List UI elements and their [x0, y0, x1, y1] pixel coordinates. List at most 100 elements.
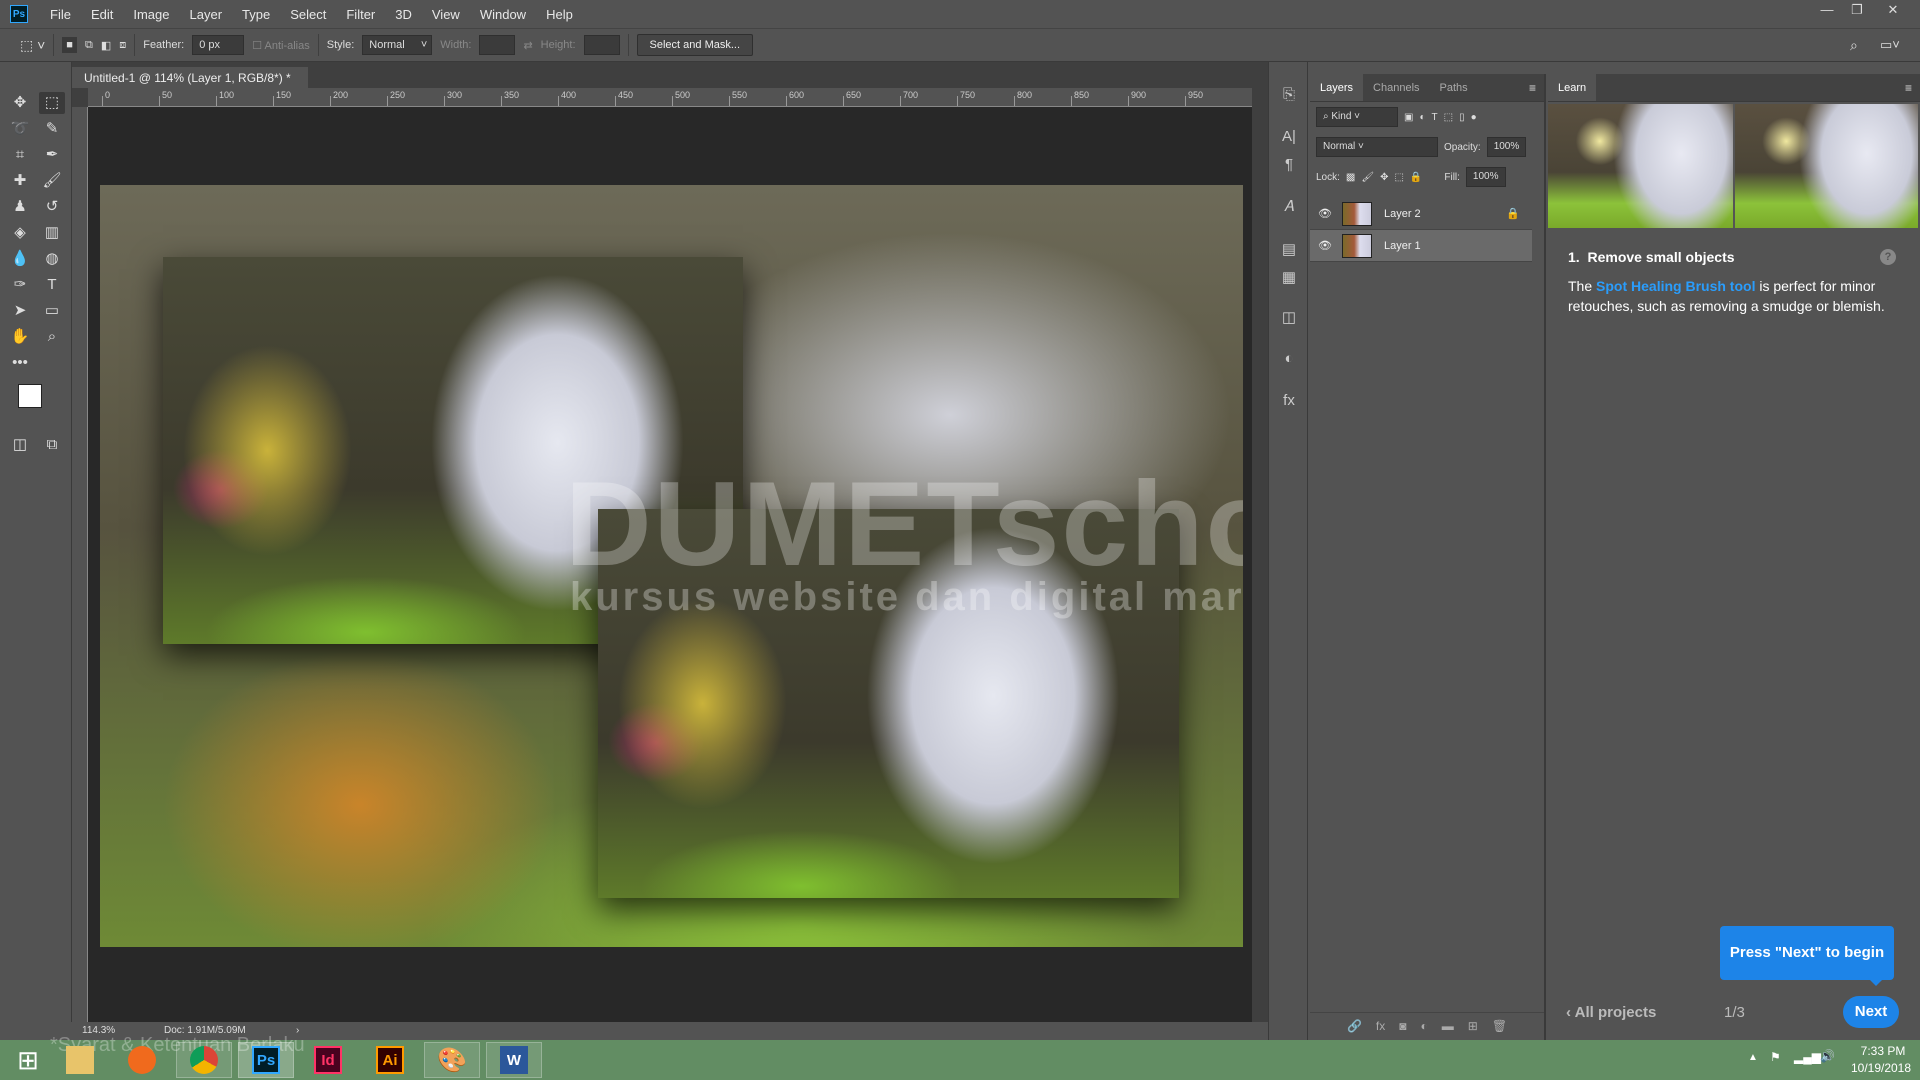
properties-panel-icon[interactable]: ▦: [1277, 268, 1301, 290]
dodge-tool-icon[interactable]: ◍: [39, 248, 65, 270]
antialias-checkbox[interactable]: ☐ Anti-alias: [252, 39, 310, 52]
panel-menu-icon[interactable]: ≡: [1521, 74, 1544, 101]
menu-layer[interactable]: Layer: [180, 7, 233, 22]
ruler-vertical[interactable]: [72, 107, 88, 1022]
adjustments-panel-icon[interactable]: ◫: [1277, 308, 1301, 330]
styles-panel-icon[interactable]: ◐: [1277, 350, 1301, 372]
lock-all-icon[interactable]: 🔒: [1410, 172, 1422, 183]
screen-mode-icon[interactable]: ⧉: [39, 434, 65, 456]
help-icon[interactable]: ?: [1880, 249, 1896, 265]
type-filter-icon[interactable]: T: [1432, 112, 1438, 123]
delete-layer-icon[interactable]: 🗑: [1492, 1019, 1507, 1033]
taskbar-explorer[interactable]: [52, 1042, 108, 1078]
history-panel-icon[interactable]: ⎘: [1277, 86, 1301, 108]
menu-window[interactable]: Window: [470, 7, 536, 22]
menu-help[interactable]: Help: [536, 7, 583, 22]
taskbar-word[interactable]: W: [486, 1042, 542, 1078]
link-layers-icon[interactable]: 🔗: [1347, 1019, 1362, 1033]
search-icon[interactable]: ⌕: [1850, 37, 1858, 54]
more-tools-icon[interactable]: •••: [7, 352, 33, 374]
network-icon[interactable]: ▂▄▆: [1794, 1050, 1821, 1064]
kind-filter-select[interactable]: ⌕ Kind ˅: [1316, 107, 1398, 127]
layer-style-icon[interactable]: fx: [1376, 1019, 1385, 1033]
taskbar-indesign[interactable]: Id: [300, 1042, 356, 1078]
add-selection-icon[interactable]: ⧉: [85, 39, 93, 52]
volume-icon[interactable]: 🔊: [1820, 1049, 1835, 1063]
clone-stamp-icon[interactable]: ♟: [7, 196, 33, 218]
restore-button[interactable]: ❐: [1842, 0, 1872, 22]
new-selection-icon[interactable]: ■: [62, 37, 77, 53]
document-tab[interactable]: Untitled-1 @ 114% (Layer 1, RGB/8*) * ×: [72, 66, 308, 107]
pixel-filter-icon[interactable]: ▣: [1404, 112, 1413, 123]
menu-edit[interactable]: Edit: [81, 7, 123, 22]
menu-3d[interactable]: 3D: [385, 7, 422, 22]
visibility-eye-icon[interactable]: 👁: [1318, 207, 1332, 220]
lock-artboard-icon[interactable]: ⬚: [1394, 172, 1403, 183]
height-input[interactable]: [583, 35, 620, 55]
tab-channels[interactable]: Channels: [1363, 74, 1429, 101]
smart-object-filter-icon[interactable]: ▯: [1459, 112, 1465, 123]
subtract-selection-icon[interactable]: ◧: [101, 39, 111, 52]
style-select[interactable]: Normal ˅: [362, 35, 433, 55]
history-brush-icon[interactable]: ↺: [39, 196, 65, 218]
quick-selection-tool-icon[interactable]: ✎: [39, 118, 65, 140]
blend-mode-select[interactable]: Normal ˅: [1316, 137, 1438, 157]
type-tool-icon[interactable]: T: [39, 274, 65, 296]
healing-brush-icon[interactable]: ✚: [7, 170, 33, 192]
menu-filter[interactable]: Filter: [336, 7, 385, 22]
foreground-color-swatch[interactable]: [18, 384, 42, 408]
taskbar-illustrator[interactable]: Ai: [362, 1042, 418, 1078]
rectangle-tool-icon[interactable]: ▭: [39, 300, 65, 322]
tab-paths[interactable]: Paths: [1430, 74, 1478, 101]
eraser-tool-icon[interactable]: ◈: [7, 222, 33, 244]
menu-image[interactable]: Image: [123, 7, 179, 22]
clock-date[interactable]: 10/19/2018: [1848, 1061, 1914, 1075]
tray-overflow-icon[interactable]: ▲: [1748, 1052, 1758, 1063]
menu-type[interactable]: Type: [232, 7, 280, 22]
visibility-eye-icon[interactable]: 👁: [1318, 239, 1332, 252]
ruler-horizontal[interactable]: 0 50 100 150 200 250 300 350 400 450 500 550 600 650 7…: [88, 88, 1252, 107]
blur-tool-icon[interactable]: 💧: [7, 248, 33, 270]
hand-tool-icon[interactable]: ✋: [7, 326, 33, 348]
adjustment-filter-icon[interactable]: ◐: [1419, 112, 1425, 123]
start-button[interactable]: ⊞: [0, 1042, 56, 1078]
character-panel-icon[interactable]: A|: [1277, 128, 1301, 150]
lock-transparent-icon[interactable]: ▩: [1346, 172, 1355, 183]
marquee-preset-icon[interactable]: ⬚ ˅: [20, 37, 45, 54]
width-input[interactable]: [479, 35, 516, 55]
swap-icon[interactable]: ⇄: [523, 39, 532, 52]
minimize-button[interactable]: —: [1812, 0, 1842, 22]
new-layer-icon[interactable]: ⊞: [1468, 1019, 1478, 1033]
glyphs-panel-icon[interactable]: 𝐴: [1277, 198, 1301, 220]
layer-row-layer-1[interactable]: 👁 Layer 1: [1310, 230, 1532, 262]
canvas[interactable]: DUMETschool kursus website dan digital m…: [88, 107, 1252, 1022]
layer-row-layer-2[interactable]: 👁 Layer 2 🔒: [1310, 198, 1532, 230]
lock-image-icon[interactable]: 🖌: [1361, 172, 1374, 183]
tab-learn[interactable]: Learn: [1548, 74, 1597, 101]
intersect-selection-icon[interactable]: ⧈: [119, 39, 126, 52]
document-image[interactable]: DUMETschool kursus website dan digital m…: [100, 185, 1243, 947]
taskbar-photoshop[interactable]: Ps: [238, 1042, 294, 1078]
close-window-button[interactable]: ✕: [1878, 0, 1908, 22]
filter-toggle[interactable]: ●: [1471, 112, 1477, 123]
gradient-tool-icon[interactable]: ▥: [39, 222, 65, 244]
move-tool-icon[interactable]: ✥: [7, 92, 33, 114]
marquee-tool-icon[interactable]: ⬚: [39, 92, 65, 114]
path-selection-icon[interactable]: ➤: [7, 300, 33, 322]
zoom-tool-icon[interactable]: ⌕: [39, 326, 65, 348]
workspace-icon[interactable]: ▭˅: [1880, 37, 1900, 53]
taskbar-paint[interactable]: 🎨: [424, 1042, 480, 1078]
action-center-flag-icon[interactable]: ⚑: [1770, 1050, 1781, 1064]
menu-file[interactable]: File: [40, 7, 81, 22]
adjustment-layer-icon[interactable]: ◐: [1421, 1019, 1428, 1033]
quick-mask-icon[interactable]: ◫: [7, 434, 33, 456]
brush-tool-icon[interactable]: 🖌: [39, 170, 65, 192]
opacity-input[interactable]: 100%: [1486, 137, 1527, 157]
eyedropper-tool-icon[interactable]: ✒: [39, 144, 65, 166]
feather-input[interactable]: 0 px: [192, 35, 245, 55]
new-group-icon[interactable]: ▬: [1442, 1019, 1454, 1033]
next-button[interactable]: Next: [1843, 996, 1899, 1028]
pen-tool-icon[interactable]: ✑: [7, 274, 33, 296]
libraries-panel-icon[interactable]: ▤: [1277, 240, 1301, 262]
fx-panel-icon[interactable]: fx: [1277, 392, 1301, 414]
